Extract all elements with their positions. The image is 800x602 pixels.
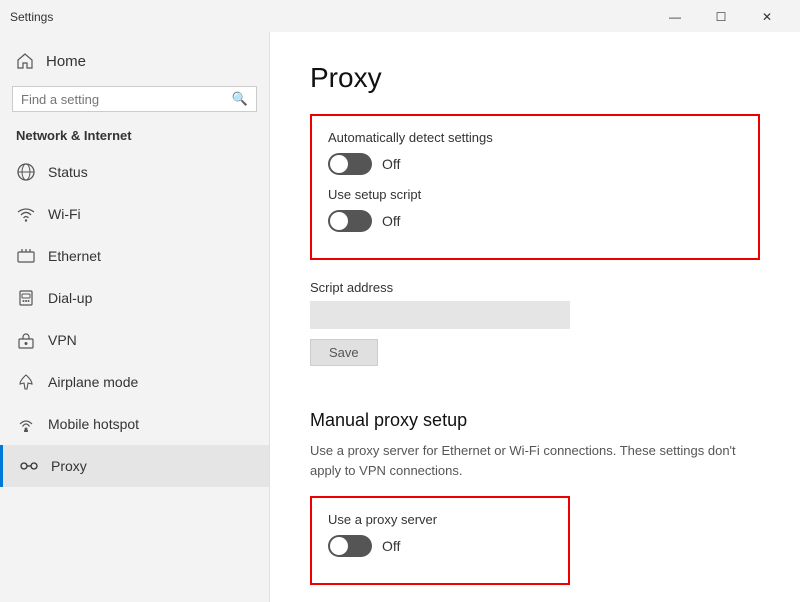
sidebar-item-dialup-label: Dial-up bbox=[48, 290, 92, 306]
manual-proxy-description: Use a proxy server for Ethernet or Wi-Fi… bbox=[310, 441, 740, 480]
proxy-server-section: Use a proxy server Off bbox=[310, 496, 570, 585]
script-address-section: Script address Save bbox=[310, 280, 760, 390]
auto-detect-toggle-row: Off bbox=[328, 153, 742, 175]
hotspot-icon bbox=[16, 414, 36, 434]
maximize-button[interactable]: ☐ bbox=[698, 3, 744, 31]
use-proxy-toggle[interactable] bbox=[328, 535, 372, 557]
sidebar-item-proxy[interactable]: Proxy bbox=[0, 445, 269, 487]
sidebar-item-airplane[interactable]: Airplane mode bbox=[0, 361, 269, 403]
manual-proxy-title: Manual proxy setup bbox=[310, 410, 760, 431]
auto-detect-toggle-text: Off bbox=[382, 156, 400, 172]
sidebar-item-status[interactable]: Status bbox=[0, 151, 269, 193]
use-proxy-label: Use a proxy server bbox=[328, 512, 552, 527]
sidebar-item-hotspot[interactable]: Mobile hotspot bbox=[0, 403, 269, 445]
auto-detect-label: Automatically detect settings bbox=[328, 130, 742, 145]
home-label: Home bbox=[46, 53, 86, 70]
sidebar: Home 🔍 Network & Internet Status bbox=[0, 32, 270, 602]
sidebar-item-vpn-label: VPN bbox=[48, 332, 77, 348]
sidebar-item-dialup[interactable]: Dial-up bbox=[0, 277, 269, 319]
script-address-field[interactable] bbox=[310, 301, 570, 329]
sidebar-item-status-label: Status bbox=[48, 164, 88, 180]
sidebar-item-ethernet[interactable]: Ethernet bbox=[0, 235, 269, 277]
vpn-icon bbox=[16, 330, 36, 350]
main-content: Proxy Automatically detect settings Off … bbox=[270, 32, 800, 602]
use-proxy-toggle-row: Off bbox=[328, 535, 552, 557]
page-title: Proxy bbox=[310, 62, 760, 94]
sidebar-item-proxy-label: Proxy bbox=[51, 458, 87, 474]
sidebar-item-vpn[interactable]: VPN bbox=[0, 319, 269, 361]
setup-script-toggle-row: Off bbox=[328, 210, 742, 232]
search-input[interactable] bbox=[21, 92, 232, 107]
search-icon: 🔍 bbox=[232, 91, 248, 107]
setup-script-toggle[interactable] bbox=[328, 210, 372, 232]
use-proxy-toggle-text: Off bbox=[382, 538, 400, 554]
app-body: Home 🔍 Network & Internet Status bbox=[0, 32, 800, 602]
sidebar-item-home[interactable]: Home bbox=[0, 42, 269, 80]
save-button[interactable]: Save bbox=[310, 339, 378, 366]
auto-detect-toggle[interactable] bbox=[328, 153, 372, 175]
setup-script-label: Use setup script bbox=[328, 187, 742, 202]
sidebar-item-airplane-label: Airplane mode bbox=[48, 374, 138, 390]
airplane-icon bbox=[16, 372, 36, 392]
sidebar-item-wifi[interactable]: Wi-Fi bbox=[0, 193, 269, 235]
app-title: Settings bbox=[10, 10, 53, 24]
auto-proxy-section: Automatically detect settings Off Use se… bbox=[310, 114, 760, 260]
status-icon bbox=[16, 162, 36, 182]
home-icon bbox=[16, 52, 34, 70]
dialup-icon bbox=[16, 288, 36, 308]
search-box[interactable]: 🔍 bbox=[12, 86, 257, 112]
sidebar-item-hotspot-label: Mobile hotspot bbox=[48, 416, 139, 432]
ethernet-icon bbox=[16, 246, 36, 266]
setup-script-toggle-text: Off bbox=[382, 213, 400, 229]
window-controls: — ☐ ✕ bbox=[652, 3, 790, 31]
proxy-icon bbox=[19, 456, 39, 476]
sidebar-item-wifi-label: Wi-Fi bbox=[48, 206, 81, 222]
minimize-button[interactable]: — bbox=[652, 3, 698, 31]
wifi-icon bbox=[16, 204, 36, 224]
close-button[interactable]: ✕ bbox=[744, 3, 790, 31]
sidebar-item-ethernet-label: Ethernet bbox=[48, 248, 101, 264]
sidebar-section-title: Network & Internet bbox=[0, 122, 269, 151]
title-bar: Settings — ☐ ✕ bbox=[0, 0, 800, 32]
script-address-label: Script address bbox=[310, 280, 760, 295]
